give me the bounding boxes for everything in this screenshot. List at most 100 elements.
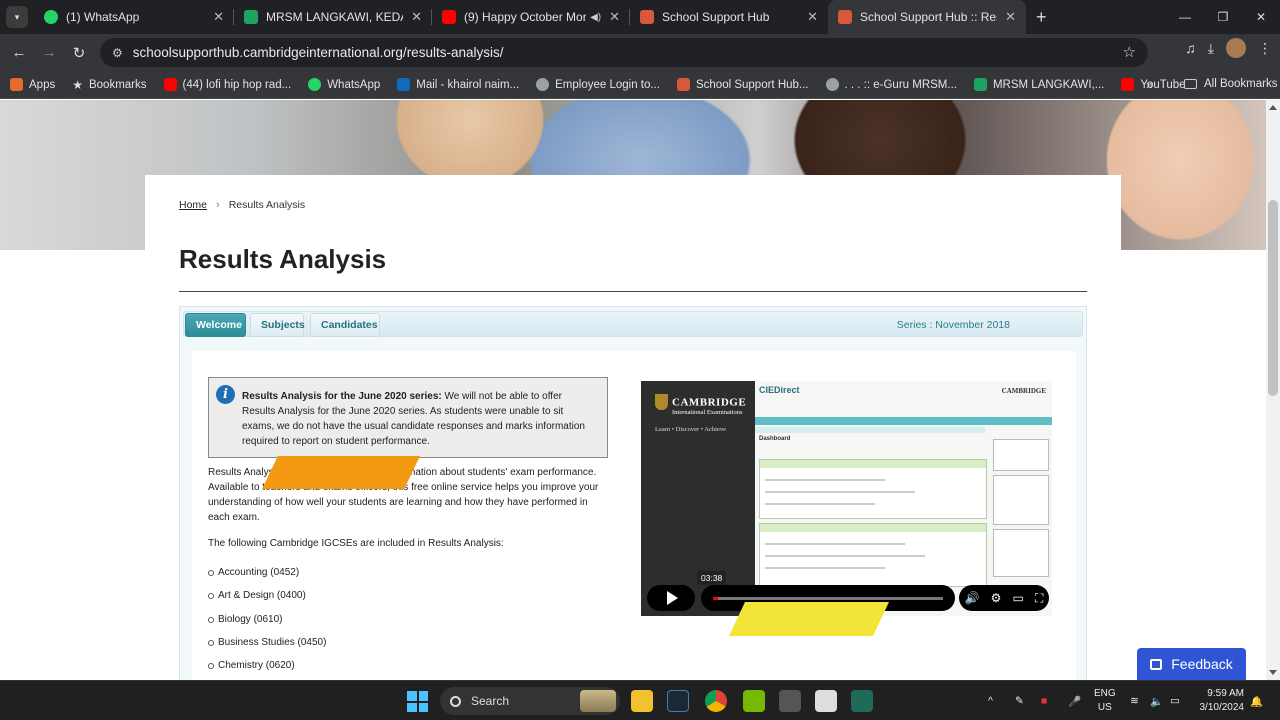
bookmark-star-icon[interactable]: ☆ bbox=[1123, 43, 1136, 61]
bookmark-label: Mail - khairol naim... bbox=[416, 78, 520, 91]
url-text: schoolsupporthub.cambridgeinternational.… bbox=[132, 45, 504, 60]
restore-icon[interactable]: ❐ bbox=[1204, 0, 1242, 34]
close-icon[interactable]: ✕ bbox=[213, 9, 224, 25]
close-icon[interactable]: ✕ bbox=[807, 9, 818, 25]
title-divider bbox=[179, 291, 1087, 292]
new-tab-plus-icon[interactable]: + bbox=[1036, 7, 1047, 28]
tab-youtube[interactable]: (9) Happy October Morning ◀) ✕ bbox=[432, 0, 630, 34]
whatsapp-icon bbox=[308, 78, 322, 91]
volume-icon[interactable]: 🔊 bbox=[965, 591, 980, 605]
feedback-label: Feedback bbox=[1171, 656, 1233, 672]
tab-search-icon[interactable]: ▾ bbox=[6, 6, 28, 28]
speaker-icon[interactable]: ◀) bbox=[590, 12, 601, 23]
bookmark-label: WhatsApp bbox=[327, 78, 381, 91]
info-notice: i Results Analysis for the June 2020 ser… bbox=[208, 377, 608, 458]
bookmark-school-support-hub[interactable]: School Support Hub... bbox=[676, 78, 809, 91]
close-icon[interactable]: ✕ bbox=[609, 9, 620, 25]
breadcrumb-current: Results Analysis bbox=[228, 199, 306, 211]
url-bar[interactable]: ⚙ schoolsupporthub.cambridgeinternationa… bbox=[100, 38, 1148, 67]
sheets-icon bbox=[244, 10, 258, 24]
windows-start-icon[interactable] bbox=[407, 691, 428, 712]
bookmark-label: (44) lofi hip hop rad... bbox=[182, 78, 292, 91]
screen-row bbox=[765, 491, 915, 493]
media-control-icon[interactable]: ♫ bbox=[1185, 40, 1196, 56]
profile-avatar[interactable] bbox=[1226, 38, 1246, 58]
language-indicator[interactable]: ENG US bbox=[1094, 687, 1116, 715]
chrome-icon[interactable] bbox=[705, 690, 727, 712]
reload-icon[interactable]: ↻ bbox=[64, 38, 94, 68]
play-icon[interactable] bbox=[647, 585, 695, 611]
back-arrow-icon[interactable]: ← bbox=[4, 38, 34, 68]
whatsapp-icon bbox=[44, 10, 58, 24]
bookmark-whatsapp[interactable]: WhatsApp bbox=[308, 78, 380, 91]
youtube-icon bbox=[163, 78, 177, 91]
tab-whatsapp[interactable]: (1) WhatsApp ✕ bbox=[34, 0, 234, 34]
widget-image-icon[interactable] bbox=[580, 690, 616, 712]
tray-app-icon[interactable]: ■ bbox=[1041, 681, 1047, 720]
app-icon[interactable] bbox=[779, 690, 801, 712]
nvidia-icon[interactable] bbox=[743, 690, 765, 712]
bookmark-apps[interactable]: Apps bbox=[10, 78, 55, 91]
battery-icon[interactable]: ▭ bbox=[1170, 681, 1180, 720]
fullscreen-icon[interactable]: ⛶ bbox=[1035, 591, 1043, 606]
tab-welcome[interactable]: Welcome bbox=[185, 313, 246, 337]
scroll-up-icon[interactable] bbox=[1269, 105, 1277, 110]
scrollbar-thumb[interactable] bbox=[1268, 200, 1278, 396]
minimize-icon[interactable]: — bbox=[1166, 0, 1204, 34]
file-explorer-icon[interactable] bbox=[631, 690, 653, 712]
windows-taskbar: Search ^ ✎ ■ 🎤 ENG US ≋ 🔈 ▭ 9:59 AM 3/10… bbox=[0, 680, 1280, 720]
list-item: Business Studies (0450) bbox=[208, 635, 508, 658]
notification-bell-icon[interactable]: 🔔 bbox=[1250, 681, 1263, 720]
tab-subjects[interactable]: Subjects bbox=[250, 313, 305, 337]
volume-icon[interactable]: 🔈 bbox=[1150, 681, 1163, 720]
close-window-icon[interactable]: ✕ bbox=[1242, 0, 1280, 34]
bookmark-bookmarks[interactable]: ★ Bookmarks bbox=[72, 78, 146, 92]
bookmark-label: School Support Hub... bbox=[695, 78, 809, 91]
pen-icon[interactable]: ✎ bbox=[1015, 681, 1024, 720]
steam-icon[interactable] bbox=[667, 690, 689, 712]
window-controls: — ❐ ✕ bbox=[1166, 0, 1280, 34]
toolbar-right: ♫ ⤓ ⋮ bbox=[1185, 38, 1272, 58]
download-icon[interactable]: ⤓ bbox=[1208, 40, 1214, 57]
scroll-down-icon[interactable] bbox=[1269, 670, 1277, 675]
breadcrumb-home-link[interactable]: Home bbox=[179, 199, 207, 211]
tab-results-analysis[interactable]: School Support Hub :: ResultsAn ✕ bbox=[828, 0, 1026, 34]
forward-arrow-icon[interactable]: → bbox=[34, 38, 64, 68]
tab-mrsm-sheet[interactable]: MRSM LANGKAWI, KEDAH ✕ bbox=[234, 0, 432, 34]
feedback-button[interactable]: Feedback bbox=[1137, 648, 1246, 680]
folder-icon bbox=[1184, 79, 1197, 89]
miniplayer-icon[interactable]: ▭ bbox=[1013, 591, 1024, 605]
wifi-icon[interactable]: ≋ bbox=[1130, 681, 1139, 720]
bookmark-youtube[interactable]: YouTube bbox=[1121, 78, 1186, 91]
bookmark-eguru[interactable]: . . . :: e-Guru MRSM... bbox=[825, 78, 957, 91]
bookmark-mail[interactable]: Mail - khairol naim... bbox=[397, 78, 519, 91]
tab-label: Subjects bbox=[261, 319, 305, 331]
bookmark-lofi[interactable]: (44) lofi hip hop rad... bbox=[163, 78, 292, 91]
chevron-up-icon[interactable]: ^ bbox=[988, 681, 993, 720]
search-icon bbox=[450, 695, 461, 707]
microphone-icon[interactable]: 🎤 bbox=[1068, 681, 1081, 720]
video-player[interactable]: CAMBRIDGE International Examinations Lea… bbox=[641, 381, 1052, 616]
all-bookmarks-button[interactable]: All Bookmarks bbox=[1184, 78, 1278, 90]
chevron-double-right-icon[interactable]: » bbox=[1146, 77, 1153, 92]
app-icon[interactable] bbox=[851, 690, 873, 712]
page-scrollbar[interactable] bbox=[1266, 100, 1280, 680]
bookmark-mrsm-langkawi[interactable]: MRSM LANGKAWI,... bbox=[973, 78, 1104, 91]
cambridge-shield-icon bbox=[838, 10, 852, 24]
cie-direct-title: CIEDirect bbox=[759, 385, 800, 395]
dashboard-label: Dashboard bbox=[759, 436, 791, 442]
settings-gear-icon[interactable]: ⚙ bbox=[991, 591, 1002, 605]
more-menu-icon[interactable]: ⋮ bbox=[1258, 40, 1272, 57]
cambridge-logo: CAMBRIDGE International Examinations Lea… bbox=[655, 393, 746, 433]
notepad-icon[interactable] bbox=[815, 690, 837, 712]
bookmark-employee-login[interactable]: Employee Login to... bbox=[536, 78, 660, 91]
site-info-icon[interactable]: ⚙ bbox=[112, 46, 123, 60]
tab-school-support-hub[interactable]: School Support Hub ✕ bbox=[630, 0, 828, 34]
close-icon[interactable]: ✕ bbox=[1005, 9, 1016, 25]
tab-candidates[interactable]: Candidates bbox=[310, 313, 380, 337]
logo-name: CAMBRIDGE bbox=[672, 396, 747, 409]
progress-track bbox=[713, 597, 943, 600]
system-clock[interactable]: 9:59 AM 3/10/2024 bbox=[1196, 687, 1245, 715]
close-icon[interactable]: ✕ bbox=[411, 9, 422, 25]
orange-highlight-shape bbox=[262, 456, 420, 489]
